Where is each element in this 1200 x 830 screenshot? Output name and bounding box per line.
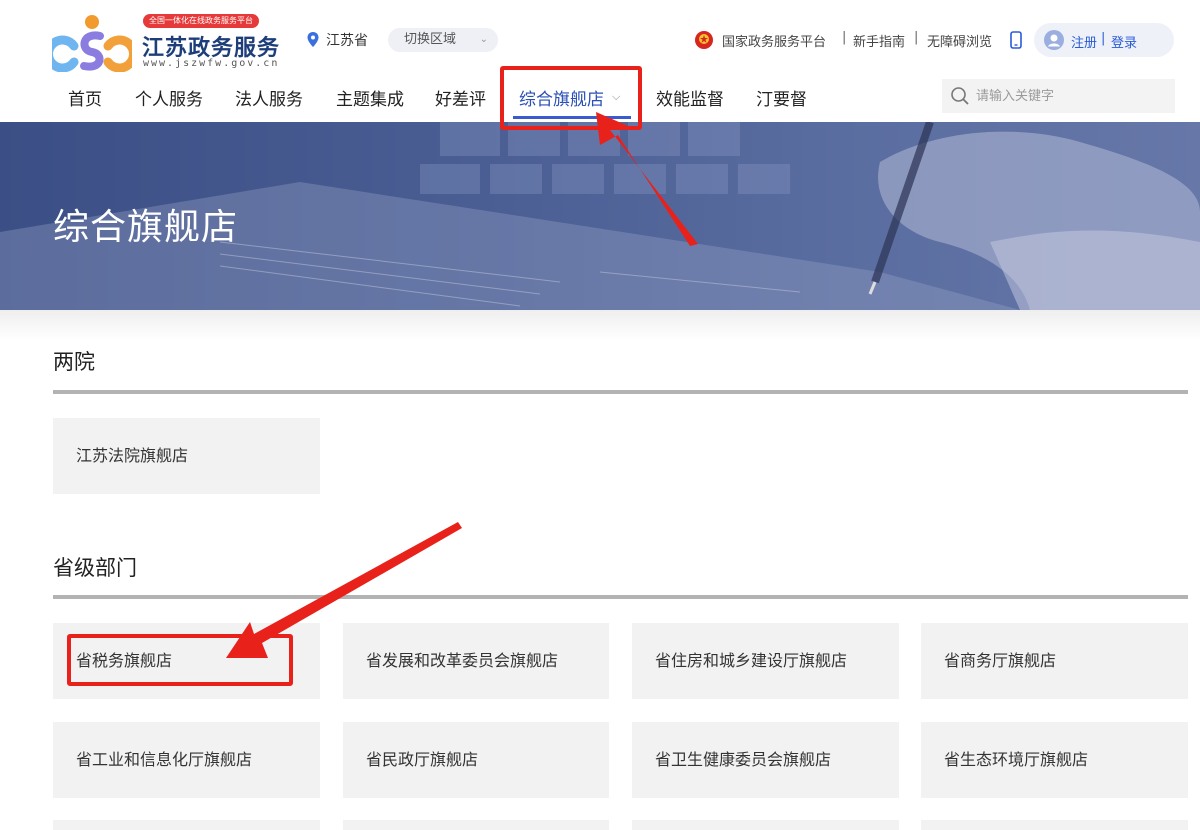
store-card-commerce[interactable]: 省商务厅旗舰店 bbox=[921, 623, 1188, 699]
section-title-provincial-departments: 省级部门 bbox=[53, 556, 137, 580]
section-title-two-courts: 两院 bbox=[53, 350, 95, 374]
section-divider bbox=[53, 390, 1188, 394]
store-card-partial[interactable] bbox=[343, 820, 609, 830]
banner-shadow bbox=[0, 310, 1200, 340]
logo-badge: 全国一体化在线政务服务平台 bbox=[143, 14, 259, 28]
login-link[interactable]: 登录 bbox=[1111, 32, 1137, 51]
switch-region-button[interactable]: 切换区域 ⌄ bbox=[388, 28, 498, 52]
switch-region-label: 切换区域 bbox=[404, 32, 457, 47]
store-card-housing-construction[interactable]: 省住房和城乡建设厅旗舰店 bbox=[632, 623, 899, 699]
phone-icon[interactable] bbox=[1010, 31, 1022, 49]
logo-url: www.jszwfw.gov.cn bbox=[143, 58, 280, 69]
store-card-ecology-environment[interactable]: 省生态环境厅旗舰店 bbox=[921, 722, 1188, 798]
account-area: 注册 | 登录 bbox=[1034, 23, 1174, 57]
nav-review[interactable]: 好差评 bbox=[435, 85, 486, 110]
highlight-box-tax-store bbox=[67, 634, 293, 686]
register-link[interactable]: 注册 bbox=[1071, 32, 1097, 51]
store-card-industry-it[interactable]: 省工业和信息化厅旗舰店 bbox=[53, 722, 320, 798]
divider: | bbox=[914, 30, 919, 45]
store-card-civil-affairs[interactable]: 省民政厅旗舰店 bbox=[343, 722, 609, 798]
search-icon[interactable] bbox=[950, 86, 970, 106]
highlight-box-nav bbox=[500, 66, 642, 130]
accessible-browse-link[interactable]: 无障碍浏览 bbox=[927, 31, 992, 50]
nav-urge[interactable]: 汀要督 bbox=[756, 85, 807, 110]
nav-topics[interactable]: 主题集成 bbox=[336, 85, 404, 110]
divider: | bbox=[1101, 31, 1106, 46]
search-box[interactable] bbox=[942, 79, 1175, 113]
national-platform-label: 国家政务服务平台 bbox=[722, 34, 827, 50]
location-pin-icon bbox=[307, 32, 319, 47]
store-card-partial[interactable] bbox=[53, 820, 320, 830]
chevron-down-icon: ⌄ bbox=[479, 34, 488, 45]
store-card-partial[interactable] bbox=[632, 820, 899, 830]
national-platform-link[interactable]: 国家政务服务平台 bbox=[694, 28, 826, 52]
logo-mark-icon bbox=[52, 15, 132, 72]
nav-supervision[interactable]: 效能监督 bbox=[656, 85, 724, 110]
guide-link[interactable]: 新手指南 bbox=[853, 31, 905, 50]
store-card-jiangsu-court[interactable]: 江苏法院旗舰店 bbox=[53, 418, 320, 494]
nav-legal-person[interactable]: 法人服务 bbox=[235, 85, 303, 110]
store-card-health[interactable]: 省卫生健康委员会旗舰店 bbox=[632, 722, 899, 798]
nav-home[interactable]: 首页 bbox=[68, 85, 102, 110]
page-title: 综合旗舰店 bbox=[53, 207, 239, 248]
national-emblem-icon bbox=[695, 31, 713, 49]
current-region: 江苏省 bbox=[306, 28, 368, 52]
search-input[interactable] bbox=[976, 86, 1166, 106]
site-logo[interactable]: 全国一体化在线政务服务平台 江苏政务服务 www.jszwfw.gov.cn bbox=[52, 12, 284, 72]
nav-personal[interactable]: 个人服务 bbox=[135, 85, 203, 110]
region-name: 江苏省 bbox=[326, 33, 368, 49]
divider: | bbox=[842, 30, 847, 45]
user-avatar-icon bbox=[1044, 30, 1064, 50]
store-card-development-reform[interactable]: 省发展和改革委员会旗舰店 bbox=[343, 623, 609, 699]
section-divider bbox=[53, 595, 1188, 599]
store-card-partial[interactable] bbox=[921, 820, 1188, 830]
page-banner: 综合旗舰店 bbox=[0, 122, 1200, 310]
